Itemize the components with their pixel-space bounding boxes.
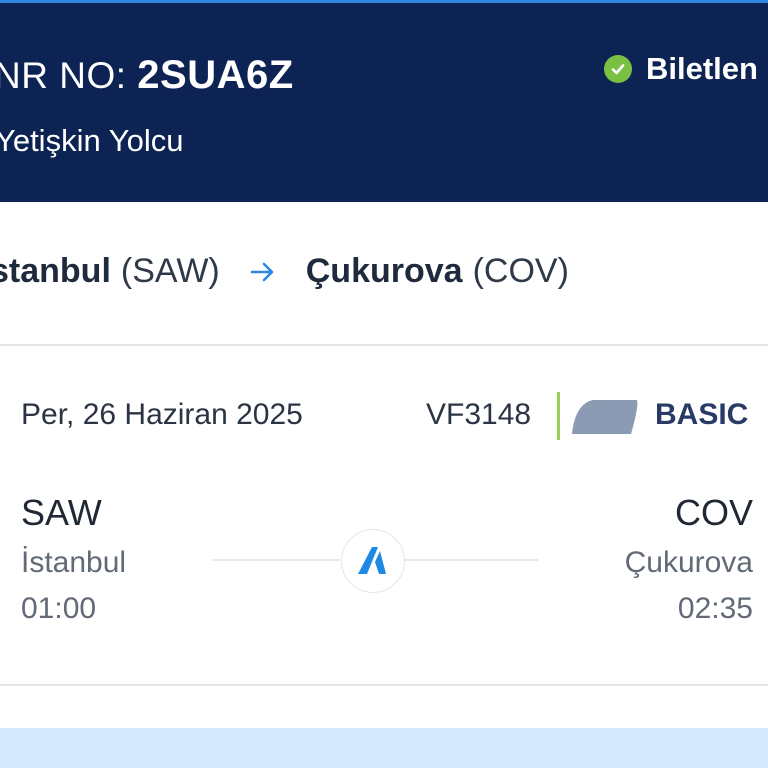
ticket-status: Biletlen <box>604 51 758 87</box>
arrival-city: Çukurova <box>624 546 753 579</box>
footer-banner <box>0 728 768 768</box>
route-destination-city: Çukurova <box>305 252 463 290</box>
route-line-right <box>404 559 538 561</box>
flight-number: VF3148 <box>426 398 532 431</box>
route-destination-code: (COV) <box>472 252 569 290</box>
pnr-number: NR NO: 2SUA6Z <box>0 53 294 98</box>
pnr-code: 2SUA6Z <box>137 53 294 97</box>
fare-class: BASIC <box>655 398 749 431</box>
passenger-type: Yetişkin Yolcu <box>0 123 184 158</box>
route-origin-city: stanbul <box>0 252 111 290</box>
arrow-right-icon <box>250 261 276 283</box>
route-line-left <box>212 559 340 561</box>
flight-date: Per, 26 Haziran 2025 <box>21 398 303 431</box>
ticket-status-label: Biletlen <box>646 51 758 86</box>
airline-logo-icon <box>341 529 405 593</box>
flight-card[interactable] <box>0 344 768 686</box>
arrival-code: COV <box>674 492 753 533</box>
arrival-time: 02:35 <box>677 592 753 625</box>
pnr-label: NR NO: <box>0 55 127 96</box>
departure-time: 01:00 <box>21 592 97 625</box>
fare-leaf-icon <box>571 398 639 441</box>
departure-city: İstanbul <box>21 546 127 579</box>
route-origin-code: (SAW) <box>120 252 220 290</box>
booking-header: NR NO: 2SUA6Z Yetişkin Yolcu Biletlen <box>0 3 768 202</box>
check-circle-icon <box>604 55 632 83</box>
route-summary: stanbul (SAW) Çukurova (COV) <box>0 252 569 291</box>
departure-code: SAW <box>21 492 102 533</box>
fare-divider <box>557 392 560 440</box>
